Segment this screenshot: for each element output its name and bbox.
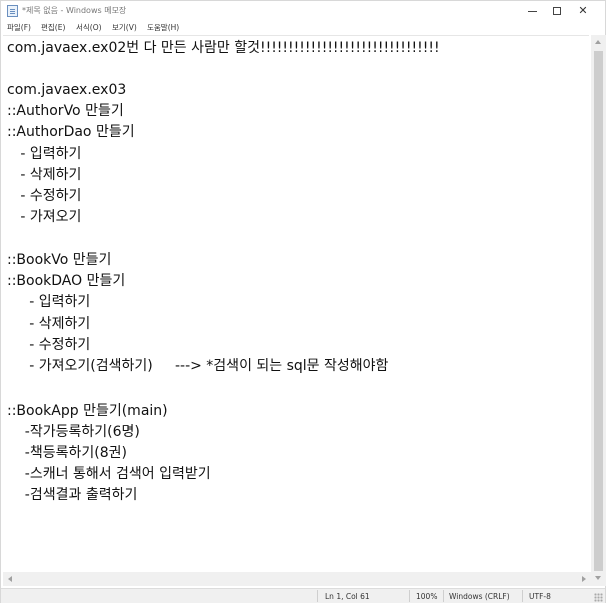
editor-line: -스캐너 통해서 검색어 입력받기: [7, 466, 211, 482]
close-button[interactable]: ✕: [560, 1, 606, 21]
editor-line: ::AuthorDao 만들기: [7, 124, 135, 140]
editor-line: - 입력하기: [7, 146, 82, 162]
editor-line: - 수정하기: [7, 188, 82, 204]
editor-line: ::BookVo 만들기: [7, 252, 112, 268]
encoding: UTF-8: [529, 592, 551, 601]
status-divider: [409, 590, 410, 602]
editor-line: - 삭제하기: [7, 316, 91, 332]
status-divider: [317, 590, 318, 602]
horizontal-scrollbar[interactable]: [3, 572, 591, 586]
editor-line: -책등록하기(8권): [7, 445, 127, 461]
status-bar: Ln 1, Col 61 100% Windows (CRLF) UTF-8: [1, 588, 605, 603]
arrow-down-icon: [595, 576, 601, 580]
cursor-position: Ln 1, Col 61: [325, 592, 370, 601]
scroll-down-button[interactable]: [591, 571, 606, 586]
arrow-right-icon[interactable]: [582, 576, 586, 582]
title-bar[interactable]: *제목 없음 - Windows 메모장 ✕: [1, 1, 605, 21]
notepad-icon: [7, 5, 18, 17]
editor-line: com.javaex.ex03: [7, 82, 127, 98]
menu-edit[interactable]: 편집(E): [41, 22, 65, 33]
text-editor[interactable]: com.javaex.ex02번 다 만든 사람만 할것!!!!!!!!!!!!…: [3, 35, 589, 586]
editor-line: - 삭제하기: [7, 167, 82, 183]
arrow-up-icon: [595, 40, 601, 44]
status-divider: [443, 590, 444, 602]
close-icon: ✕: [578, 4, 588, 17]
menu-file[interactable]: 파일(F): [7, 22, 31, 33]
editor-line: -검색결과 출력하기: [7, 487, 138, 503]
menu-view[interactable]: 보기(V): [112, 22, 137, 33]
vertical-scroll-thumb[interactable]: [594, 51, 603, 571]
editor-line: - 가져오기(검색하기) ---> *검색이 되는 sql문 작성해야함: [7, 358, 389, 374]
scroll-up-button[interactable]: [591, 35, 606, 50]
notepad-window: *제목 없음 - Windows 메모장 ✕ 파일(F) 편집(E) 서식(O)…: [0, 0, 606, 603]
editor-line: - 수정하기: [7, 337, 91, 353]
resize-grip-icon[interactable]: [594, 593, 603, 602]
editor-line: - 가져오기: [7, 209, 82, 225]
editor-line: ::BookDAO 만들기: [7, 273, 126, 289]
editor-line: -작가등록하기(6명): [7, 424, 140, 440]
menu-format[interactable]: 서식(O): [76, 22, 102, 33]
editor-line: com.javaex.ex02번 다 만든 사람만 할것!!!!!!!!!!!!…: [7, 40, 440, 56]
menu-help[interactable]: 도움말(H): [147, 22, 179, 33]
menu-bar: 파일(F) 편집(E) 서식(O) 보기(V) 도움말(H): [1, 21, 605, 34]
vertical-scrollbar[interactable]: [591, 35, 606, 586]
zoom-level: 100%: [416, 592, 438, 601]
editor-line: ::BookApp 만들기(main): [7, 403, 168, 419]
status-divider: [522, 590, 523, 602]
window-title: *제목 없음 - Windows 메모장: [22, 6, 127, 15]
editor-line: - 입력하기: [7, 294, 91, 310]
arrow-left-icon[interactable]: [8, 576, 12, 582]
editor-line: ::AuthorVo 만들기: [7, 103, 124, 119]
line-ending: Windows (CRLF): [449, 592, 510, 601]
